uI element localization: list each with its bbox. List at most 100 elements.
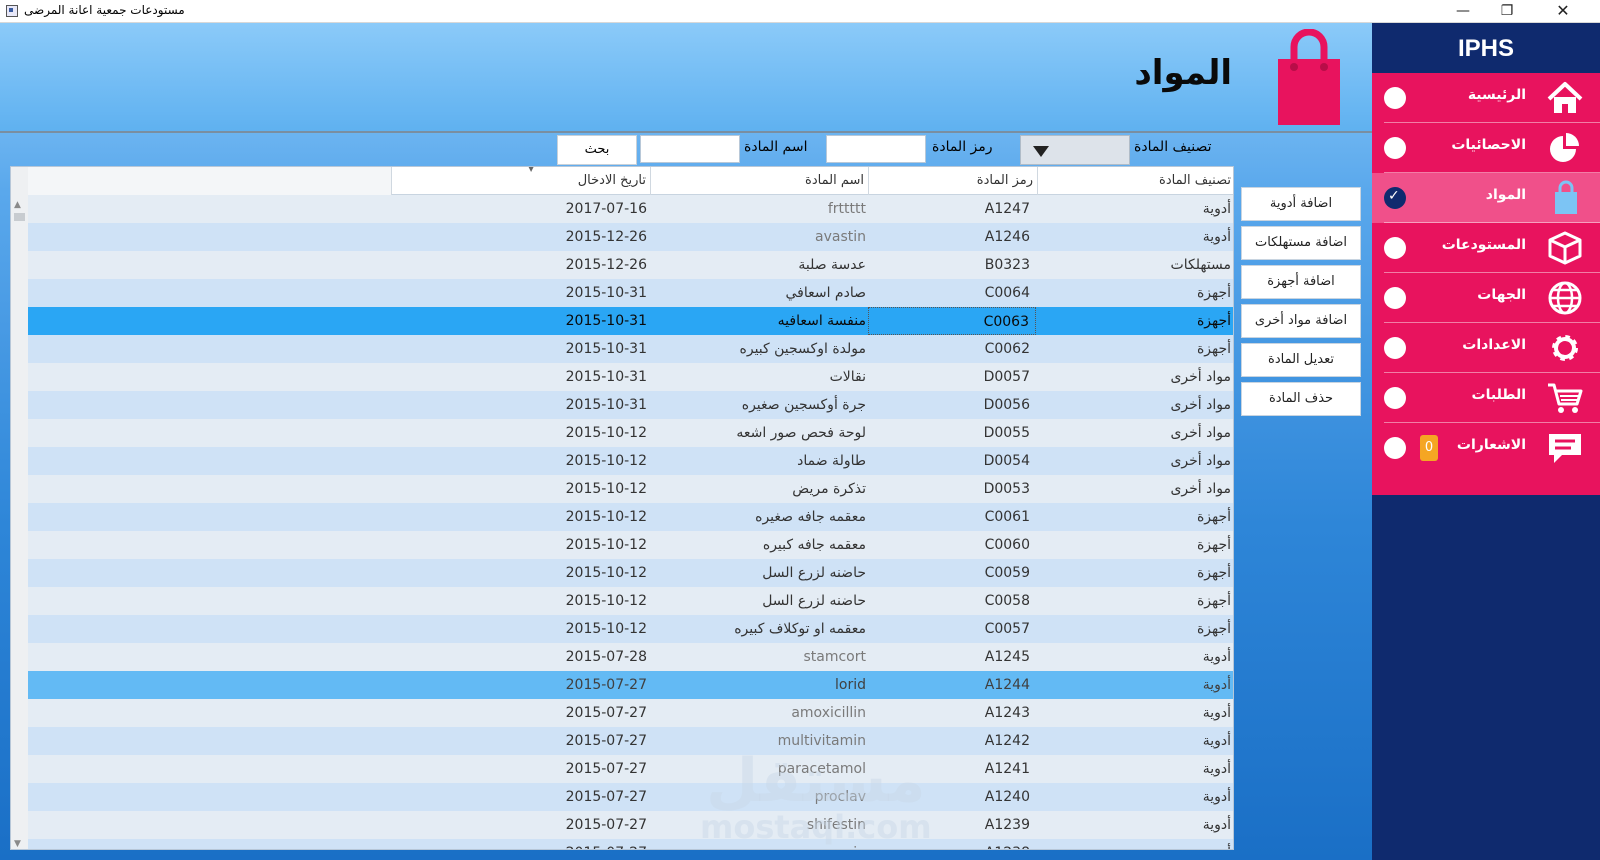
table-row[interactable]: مواد أخرى D0056 جرة أوكسجين صغيره 2015-10-3… <box>28 391 1233 419</box>
sidebar-item-settings[interactable]: الاعدادات <box>1372 323 1600 373</box>
cart-icon <box>1548 383 1583 413</box>
category-dropdown[interactable] <box>1020 135 1130 165</box>
vertical-scrollbar[interactable]: ▲ ▼ <box>11 167 28 849</box>
cell-date: 2015-07-27 <box>565 677 647 693</box>
page-title: المواد <box>1134 53 1232 93</box>
table-row[interactable]: أدوية A1247 frttttt 2017-07-16 <box>28 195 1233 223</box>
cell-category: أجهزة <box>1196 285 1231 301</box>
table-row[interactable]: أجهزة C0057 معقمه او توكلاف كبيره 2015-10-1… <box>28 615 1233 643</box>
radio-indicator <box>1384 237 1406 259</box>
minimize-button[interactable]: — <box>1440 0 1486 23</box>
table-row[interactable]: مستهلكات B0323 عدسة صلبة 2015-12-26 <box>28 251 1233 279</box>
notification-count-badge: 0 <box>1420 435 1438 461</box>
table-row[interactable]: أجهزة C0062 مولدة اوكسجين كبيره 2015-10-31 <box>28 335 1233 363</box>
delete-material-button[interactable]: حذف المادة <box>1241 382 1361 416</box>
column-header-category[interactable]: تصنيف المادة <box>1037 167 1233 195</box>
window-title: مستودعات جمعية اعانة المرضى <box>24 3 185 17</box>
cell-category: أجهزة <box>1196 565 1231 581</box>
sidebar-item-home[interactable]: الرئيسية <box>1372 73 1600 123</box>
globe-icon <box>1548 281 1582 315</box>
add-devices-button[interactable]: اضافة أجهزة <box>1241 265 1361 299</box>
cell-name: طاولة ضماد <box>797 453 866 469</box>
cell-category: مواد أخرى <box>1170 453 1231 469</box>
cell-code: C0064 <box>984 285 1030 301</box>
sidebar-item-warehouses[interactable]: المستودعات <box>1372 223 1600 273</box>
sidebar-item-notifications[interactable]: 0 الاشعارات <box>1372 423 1600 473</box>
scroll-thumb[interactable] <box>14 213 25 221</box>
table-row[interactable]: أجهزة C0059 حاضنه لزرع السل 2015-10-12 <box>28 559 1233 587</box>
column-header-name[interactable]: اسم المادة <box>650 167 868 195</box>
code-input[interactable] <box>826 135 926 163</box>
table-row[interactable]: أجهزة C0058 حاضنه لزرع السل 2015-10-12 <box>28 587 1233 615</box>
table-row[interactable]: أدوية A1243 amoxicillin 2015-07-27 <box>28 699 1233 727</box>
table-row[interactable]: أدوية A1240 proclav 2015-07-27 <box>28 783 1233 811</box>
sidebar-item-parties[interactable]: الجهات <box>1372 273 1600 323</box>
table-row[interactable]: أدوية A1245 stamcort 2015-07-28 <box>28 643 1233 671</box>
table-row[interactable]: مواد أخرى D0054 طاولة ضماد 2015-10-12 <box>28 447 1233 475</box>
close-button[interactable]: ✕ <box>1540 0 1586 23</box>
chat-icon <box>1549 434 1581 463</box>
cell-code: A1245 <box>984 649 1030 665</box>
cell-name: معقمه او توكلاف كبيره <box>734 621 866 637</box>
table-row[interactable]: أدوية A1239 shifestin 2015-07-27 <box>28 811 1233 839</box>
cell-name: lorid <box>835 677 866 693</box>
table-row[interactable]: أجهزة C0061 معقمه جافه صغيره 2015-10-12 <box>28 503 1233 531</box>
cell-category: أدوية <box>1202 817 1231 833</box>
table-row[interactable]: أدوية A1246 avastin 2015-12-26 <box>28 223 1233 251</box>
table-row[interactable]: أجهزة C0064 صادم اسعافي 2015-10-31 <box>28 279 1233 307</box>
cell-date: 2015-10-31 <box>565 313 647 329</box>
cell-date: 2015-10-12 <box>565 425 647 441</box>
dropdown-arrow-icon <box>1033 146 1049 157</box>
cell-code: C0057 <box>984 621 1030 637</box>
radio-indicator <box>1384 137 1406 159</box>
cell-date: 2015-07-27 <box>565 733 647 749</box>
title-bar: مستودعات جمعية اعانة المرضى — ❐ ✕ <box>0 0 1600 23</box>
table-row[interactable]: مواد أخرى D0053 تذكرة مريض 2015-10-12 <box>28 475 1233 503</box>
edit-material-button[interactable]: تعديل المادة <box>1241 343 1361 377</box>
main-area: المواد تصنيف المادة رمز المادة اسم الماد… <box>0 23 1372 860</box>
sidebar-item-orders[interactable]: الطلبات <box>1372 373 1600 423</box>
cell-name: حاضنه لزرع السل <box>762 565 866 581</box>
add-medicines-button[interactable]: اضافة أدوية <box>1241 187 1361 221</box>
cell-date: 2015-07-27 <box>565 761 647 777</box>
cell-name: amoxicillin <box>791 705 866 721</box>
table-row[interactable]: أدويةA1238vancocin2015-07-27 <box>28 839 1233 849</box>
cell-category: أجهزة <box>1196 621 1231 637</box>
table-row[interactable]: أجهزة C0063 منفسة اسعافيه 2015-10-31 <box>28 307 1233 335</box>
sidebar-item-label: الاعدادات <box>1462 337 1526 353</box>
name-input[interactable] <box>640 135 740 163</box>
table-row[interactable]: أدوية A1244 lorid 2015-07-27 <box>28 671 1233 699</box>
table-row[interactable]: أدوية A1241 paracetamol 2015-07-27 <box>28 755 1233 783</box>
cell-category: مواد أخرى <box>1170 425 1231 441</box>
search-button[interactable]: بحث <box>557 135 637 165</box>
scroll-up-icon[interactable]: ▲ <box>14 200 21 210</box>
cell-date: 2015-07-27 <box>565 789 647 805</box>
add-other-materials-button[interactable]: اضافة مواد أخرى <box>1241 304 1361 338</box>
sidebar-item-label: الرئيسية <box>1467 87 1526 103</box>
scroll-down-icon[interactable]: ▼ <box>14 839 21 849</box>
cell-category: أدوية <box>1202 705 1231 721</box>
cell-name: معقمه جافه صغيره <box>755 509 866 525</box>
cell-category: مواد أخرى <box>1170 369 1231 385</box>
watermark-logo: مستقل <box>706 746 926 816</box>
cell-date: 2015-07-27 <box>565 705 647 721</box>
sidebar-item-materials[interactable]: المواد <box>1372 173 1600 223</box>
radio-indicator <box>1384 437 1406 459</box>
watermark: مستقل mostaql.com <box>700 751 932 843</box>
column-header-date[interactable]: تاريخ الادخال <box>391 167 650 195</box>
add-consumables-button[interactable]: اضافة مستهلكات <box>1241 226 1361 260</box>
cell-date: 2015-10-12 <box>565 481 647 497</box>
sidebar-item-statistics[interactable]: الاحصائيات <box>1372 123 1600 173</box>
cell-code: A1247 <box>984 201 1030 217</box>
cell-code: A1244 <box>984 677 1030 693</box>
column-header-code[interactable]: رمز المادة <box>868 167 1037 195</box>
table-row[interactable]: أدوية A1242 multivitamin 2015-07-27 <box>28 727 1233 755</box>
cell-category: مواد أخرى <box>1170 397 1231 413</box>
table-row[interactable]: مواد أخرى D0055 لوحة فحص صور اشعه 2015-10-1… <box>28 419 1233 447</box>
table-row[interactable]: أجهزة C0060 معقمه جافه كبيره 2015-10-12 <box>28 531 1233 559</box>
cell-date: 2015-10-31 <box>565 341 647 357</box>
materials-table: ▲ ▼ تصنيف المادة رمز المادة اسم المادة ت… <box>10 166 1234 850</box>
maximize-button[interactable]: ❐ <box>1484 0 1530 23</box>
cell-category: مستهلكات <box>1170 257 1231 273</box>
table-row[interactable]: مواد أخرى D0057 نقالات 2015-10-31 <box>28 363 1233 391</box>
